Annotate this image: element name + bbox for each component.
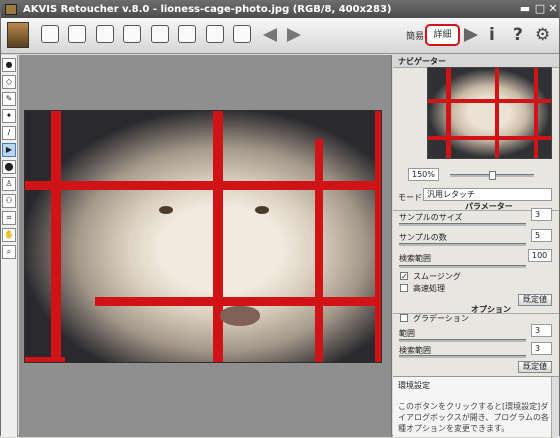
right-panel: ナビゲーター 150% モード: 汎用レタッチ パラメーター サンプルのサイズ … [393, 55, 559, 438]
fast-processing-checkbox[interactable] [400, 284, 408, 292]
window-title: AKVIS Retoucher v.8.0 - lioness-cage-pho… [23, 4, 392, 15]
eraser-tool-icon[interactable]: ◇ [2, 75, 16, 89]
sample-size-label: サンプルのサイズ [399, 213, 463, 222]
image-canvas[interactable] [19, 55, 392, 437]
sample-count-label: サンプルの数 [399, 233, 447, 242]
preferences-gear-icon[interactable]: ⚙ [535, 25, 550, 45]
minimize-icon[interactable]: ▬ [518, 3, 532, 15]
default-button[interactable]: 既定値 [518, 294, 552, 306]
app-icon [5, 4, 17, 15]
options-title: オプション [471, 305, 511, 314]
default-button-2[interactable]: 既定値 [518, 361, 552, 373]
main-toolbar: 簡易 詳細 i ? ⚙ [1, 18, 559, 54]
info-title: 環境設定 [398, 381, 430, 390]
smoothing-label: スムージング [413, 272, 461, 281]
info-scrollbar[interactable] [551, 377, 559, 438]
left-eye [159, 206, 173, 214]
import-strokes-icon[interactable] [151, 25, 169, 43]
navigator-preview[interactable] [427, 67, 552, 159]
search-range2-slider[interactable] [399, 355, 526, 358]
close-icon[interactable]: ✕ [546, 3, 560, 15]
smoothing-checkbox[interactable]: ✓ [400, 272, 408, 281]
batch-icon[interactable] [206, 25, 224, 43]
range-label: 範囲 [399, 329, 415, 338]
healing-tool-icon[interactable]: ⚇ [2, 194, 16, 208]
zoom-tool-icon[interactable]: ⌕ [2, 245, 16, 259]
right-eye [255, 206, 269, 214]
nose [220, 306, 260, 326]
run-icon[interactable] [464, 28, 478, 42]
fast-processing-label: 高速処理 [413, 284, 445, 293]
gradation-label: グラデーション [413, 314, 469, 323]
export-strokes-icon[interactable] [178, 25, 196, 43]
brush-tool-icon[interactable]: ● [2, 58, 16, 72]
lioness-photo [24, 110, 382, 363]
mode-select[interactable]: 汎用レタッチ [423, 188, 552, 201]
mode-label: モード: [398, 193, 425, 202]
info-panel: 環境設定 このボタンをクリックすると[環境設定]ダイアログボックスが開き、プログ… [393, 376, 559, 438]
share-icon[interactable] [123, 25, 141, 43]
fill-tool-icon[interactable]: ⬤ [2, 160, 16, 174]
run-tool-icon[interactable]: ▶ [2, 143, 16, 157]
settings-gear-icon[interactable] [233, 25, 251, 43]
open-file-icon[interactable] [41, 25, 59, 43]
info-icon[interactable]: i [489, 25, 495, 45]
pencil-tool-icon[interactable]: ✎ [2, 92, 16, 106]
save-file-icon[interactable] [68, 25, 86, 43]
search-range-value[interactable]: 100 [528, 249, 552, 262]
search-range2-value[interactable]: 3 [531, 342, 552, 355]
undo-icon[interactable] [263, 28, 277, 42]
sample-count-slider[interactable] [399, 243, 526, 246]
sample-size-slider[interactable] [399, 223, 526, 226]
parameters-title: パラメーター [465, 202, 513, 211]
app-window: AKVIS Retoucher v.8.0 - lioness-cage-pho… [0, 0, 560, 438]
help-icon[interactable]: ? [513, 25, 523, 45]
zoom-level[interactable]: 150% [408, 168, 439, 181]
range-value[interactable]: 3 [531, 324, 552, 337]
print-icon[interactable] [96, 25, 114, 43]
sample-size-value[interactable]: 3 [531, 208, 552, 221]
search-range-label: 検索範囲 [399, 254, 431, 263]
sample-count-value[interactable]: 5 [531, 229, 552, 242]
redo-icon[interactable] [287, 28, 301, 42]
maximize-icon[interactable]: □ [533, 3, 547, 15]
gradation-checkbox[interactable] [400, 314, 408, 322]
stamp-tool-icon[interactable]: ♙ [2, 177, 16, 191]
hand-tool-icon[interactable]: ✋ [2, 228, 16, 242]
range-slider[interactable] [399, 339, 526, 342]
crop-tool-icon[interactable]: ⌗ [2, 211, 16, 225]
simple-mode-button[interactable]: 簡易 [406, 29, 424, 42]
selection-brush-icon[interactable]: / [2, 126, 16, 140]
tool-palette: ● ◇ ✎ ✦ / ▶ ⬤ ♙ ⚇ ⌗ ✋ ⌕ [1, 55, 18, 437]
magic-wand-icon[interactable]: ✦ [2, 109, 16, 123]
title-bar: AKVIS Retoucher v.8.0 - lioness-cage-pho… [1, 1, 559, 18]
advanced-mode-button[interactable]: 詳細 [425, 24, 460, 46]
search-range-slider[interactable] [399, 265, 526, 268]
zoom-slider-knob[interactable] [489, 171, 496, 180]
info-text: このボタンをクリックすると[環境設定]ダイアログボックスが開き、プログラムの各種… [398, 402, 549, 433]
akvis-logo-icon [7, 22, 29, 48]
